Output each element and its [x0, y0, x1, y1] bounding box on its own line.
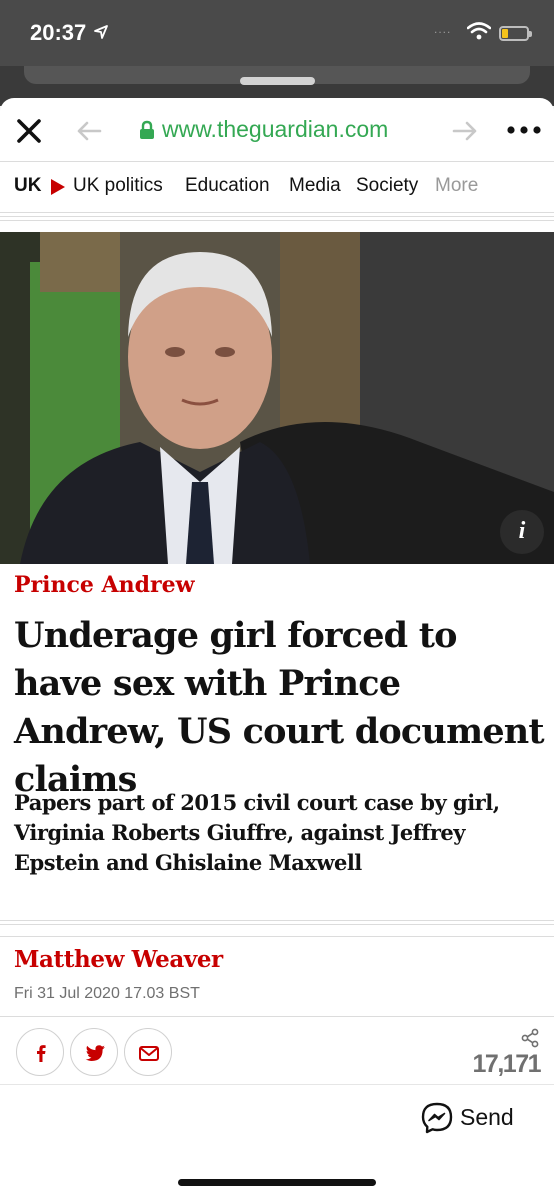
bottom-action-bar: Send	[0, 1084, 554, 1200]
status-time: 20:37	[30, 20, 87, 45]
battery-level	[502, 29, 508, 38]
location-arrow-icon	[94, 25, 108, 39]
article-date: Fri 31 Jul 2020 17.03 BST	[14, 985, 200, 1002]
home-indicator[interactable]	[178, 1179, 376, 1186]
hero-photo-illustration	[0, 232, 554, 564]
nav-arrow-icon	[51, 179, 65, 195]
in-app-browser-sheet: www.theguardian.com UK UK politics Educa…	[0, 98, 554, 1200]
nav-item-more[interactable]: More	[435, 175, 478, 197]
wifi-icon	[467, 22, 491, 40]
article-hero-image	[0, 232, 554, 564]
close-icon[interactable]	[16, 118, 42, 144]
forward-arrow-icon[interactable]	[452, 120, 478, 142]
share-twitter-button[interactable]	[70, 1028, 118, 1076]
battery-icon	[499, 26, 532, 41]
send-label: Send	[460, 1104, 514, 1130]
url-text[interactable]: www.theguardian.com	[162, 116, 388, 143]
share-facebook-button[interactable]	[16, 1028, 64, 1076]
article-kicker[interactable]: Prince Andrew	[14, 572, 195, 598]
article-standfirst: Papers part of 2015 civil court case by …	[14, 790, 500, 875]
lock-icon	[140, 120, 154, 139]
facebook-icon	[37, 1045, 46, 1062]
more-options-icon[interactable]	[506, 120, 542, 140]
nav-item-uk-politics[interactable]: UK politics	[73, 175, 163, 197]
twitter-icon	[85, 1045, 105, 1061]
article-byline[interactable]: Matthew Weaver	[14, 946, 223, 973]
browser-toolbar: www.theguardian.com	[0, 98, 554, 162]
status-bar: 20:37 ....	[0, 0, 554, 66]
share-email-button[interactable]	[124, 1028, 172, 1076]
image-info-button[interactable]: i	[500, 510, 544, 554]
back-arrow-icon[interactable]	[76, 120, 102, 142]
email-icon	[139, 1046, 159, 1061]
share-count-icon	[521, 1028, 539, 1048]
send-button[interactable]: Send	[420, 1101, 530, 1135]
info-icon: i	[518, 518, 526, 544]
nav-item-education[interactable]: Education	[185, 175, 270, 197]
nav-section-uk[interactable]: UK	[14, 175, 41, 197]
messenger-icon	[421, 1102, 453, 1134]
nav-item-society[interactable]: Society	[356, 175, 418, 197]
sheet-grabber[interactable]	[240, 77, 315, 85]
section-nav: UK UK politics Education Media Society M…	[0, 162, 554, 212]
signal-dots: ....	[434, 22, 452, 36]
article-headline: Underage girl forced to have sex with Pr…	[14, 615, 545, 800]
share-count: 17,171	[472, 1050, 542, 1078]
nav-item-media[interactable]: Media	[289, 175, 341, 197]
